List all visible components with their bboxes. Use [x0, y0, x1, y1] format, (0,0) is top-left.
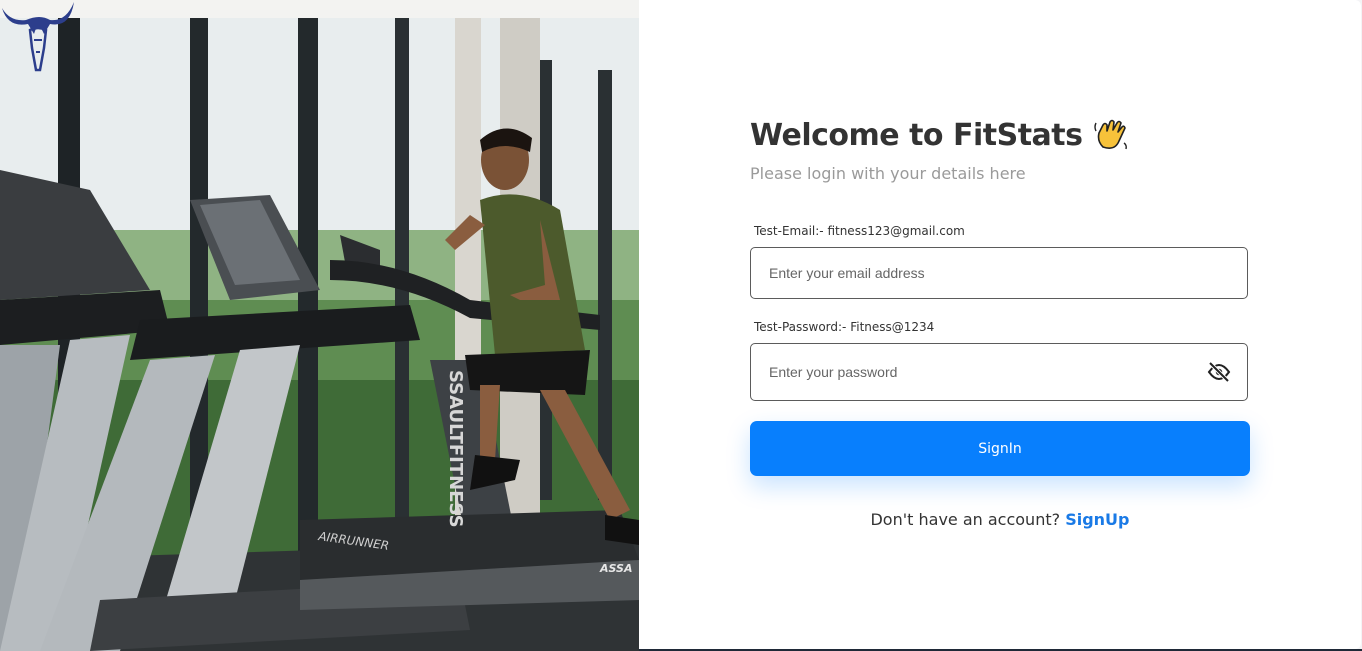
signin-button[interactable]: SignIn — [750, 421, 1250, 476]
signup-prompt: Don't have an account? SignUp — [639, 510, 1361, 529]
signup-link[interactable]: SignUp — [1065, 510, 1129, 529]
password-field[interactable] — [750, 343, 1248, 401]
eye-off-icon[interactable] — [1207, 360, 1231, 384]
login-panel: Welcome to FitStats Please login with yo… — [639, 0, 1361, 649]
page-subtitle: Please login with your details here — [750, 164, 1026, 183]
password-input[interactable] — [769, 344, 1189, 400]
page-title-text: Welcome to FitStats — [750, 117, 1083, 153]
treadmill-brand-text: SSAULTFITNESS — [445, 370, 466, 528]
email-input[interactable] — [769, 248, 1189, 298]
bull-logo-icon — [2, 2, 74, 72]
no-account-text: Don't have an account? — [870, 510, 1061, 529]
waving-hand-emoji-icon — [1093, 119, 1127, 150]
treadmill-corner-brand-text: ASSA — [599, 562, 632, 575]
test-password-hint: Test-Password:- Fitness@1234 — [754, 320, 935, 334]
gym-scene-illustration: SSAULTFITNESS AIRRUNNER ASSA — [0, 0, 639, 651]
page-title: Welcome to FitStats — [750, 117, 1129, 153]
email-field[interactable] — [750, 247, 1248, 299]
hero-image: SSAULTFITNESS AIRRUNNER ASSA — [0, 0, 639, 651]
test-email-hint: Test-Email:- fitness123@gmail.com — [754, 224, 965, 238]
